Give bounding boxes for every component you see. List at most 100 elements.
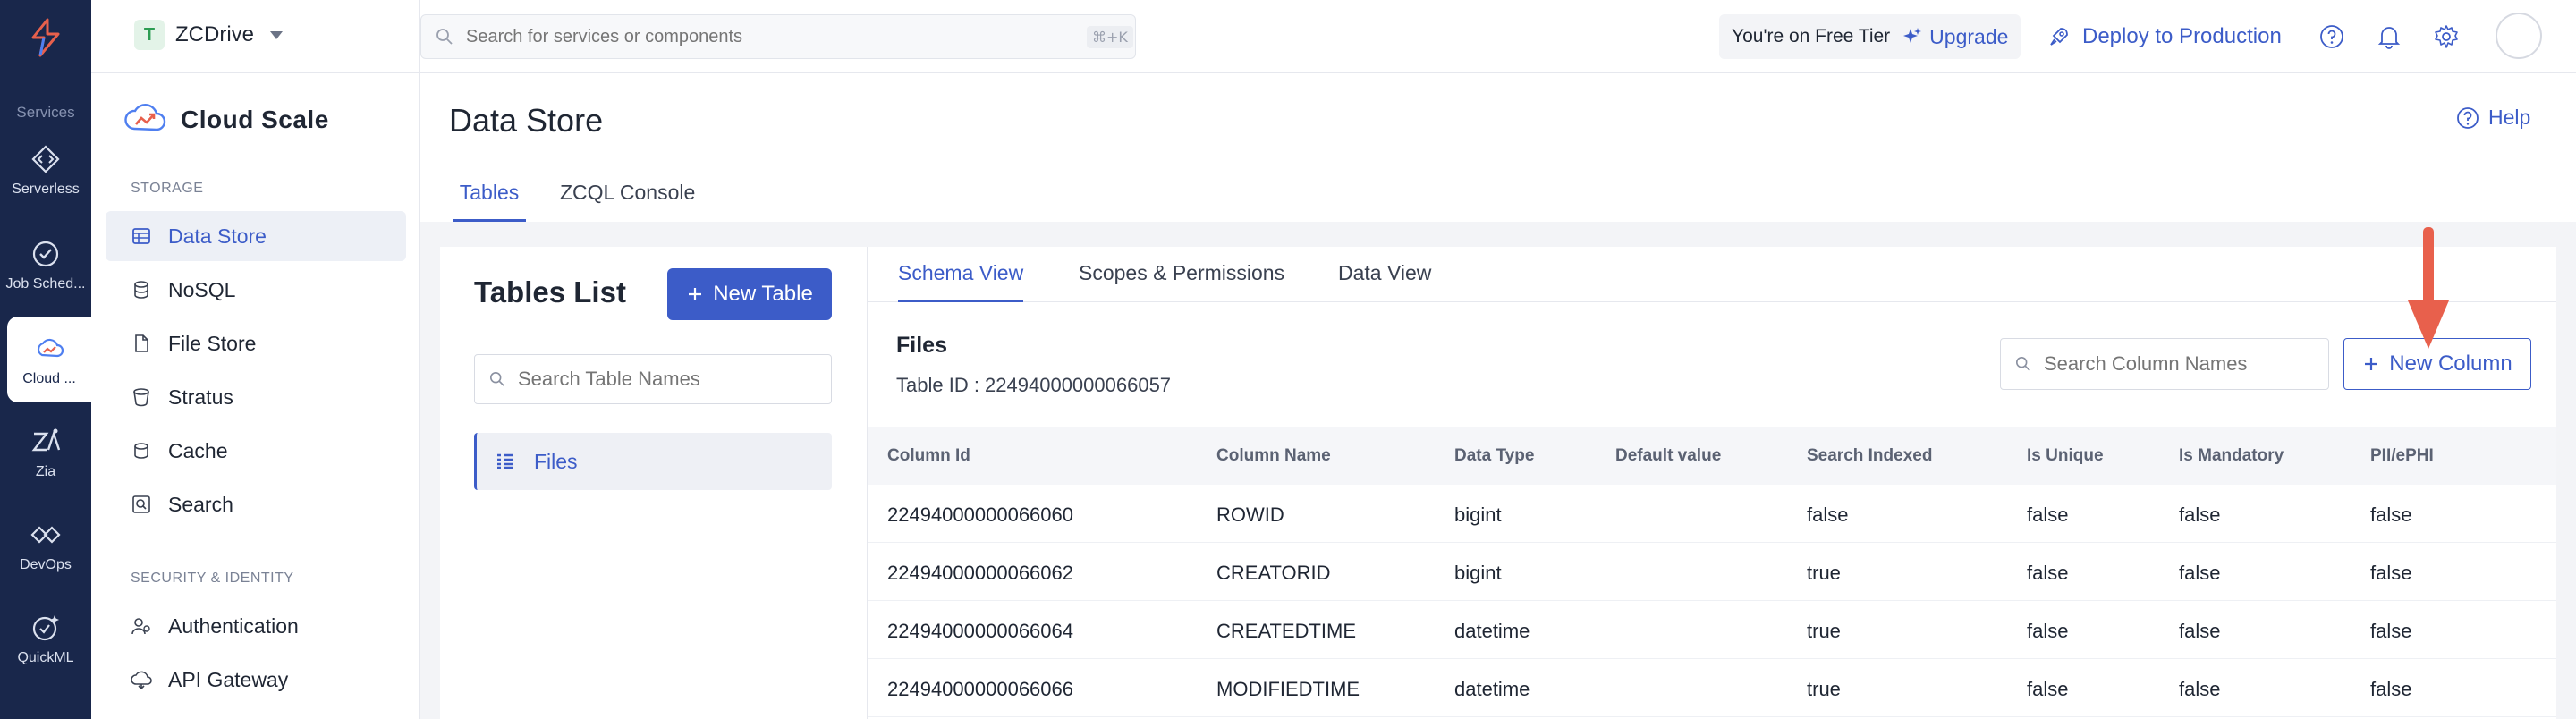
cell-column-name: CREATEDTIME [1216, 620, 1357, 642]
sidebar-service-title: Cloud Scale [123, 98, 329, 140]
cell-data-type: bigint [1454, 562, 1502, 584]
table-row[interactable]: 22494000000066064 CREATEDTIME datetime t… [868, 601, 2556, 659]
rail-item-serverless[interactable]: Serverless [0, 127, 91, 213]
cell-search-indexed: false [1807, 503, 1849, 526]
sidebar-item-stratus[interactable]: Stratus [106, 372, 406, 422]
table-list-item[interactable]: Files [474, 433, 832, 490]
service-sidebar: T ZCDrive Cloud Scale STORAGE Data Store… [91, 0, 420, 719]
cell-column-id: 22494000000066062 [887, 562, 1074, 584]
header-data-type: Data Type [1454, 446, 1535, 465]
column-search-input[interactable] [2044, 352, 2303, 376]
rail-item-job-scheduling[interactable]: Job Sched... [0, 222, 91, 308]
cell-column-id: 22494000000066060 [887, 503, 1074, 526]
cell-search-indexed: true [1807, 620, 1841, 642]
sidebar-title: Cloud Scale [181, 105, 329, 133]
bell-icon[interactable] [2376, 23, 2402, 50]
cell-column-name: CREATORID [1216, 562, 1331, 584]
sidebar-item-cache[interactable]: Cache [106, 426, 406, 476]
tab-scopes-permissions[interactable]: Scopes & Permissions [1079, 261, 1284, 302]
cell-is-mandatory: false [2179, 503, 2221, 526]
header-pii-ephi: PII/ePHI [2370, 446, 2434, 465]
cell-pii-ephi: false [2370, 620, 2412, 642]
nav-group-storage: STORAGE [131, 181, 204, 196]
table-name: Files [896, 333, 947, 358]
help-label: Help [2488, 106, 2531, 129]
cell-search-indexed: true [1807, 678, 1841, 700]
project-header: T ZCDrive [91, 0, 420, 73]
deploy-label: Deploy to Production [2082, 24, 2282, 48]
project-switcher[interactable]: T ZCDrive [134, 20, 283, 50]
devops-icon [29, 518, 63, 552]
search-box-icon [131, 494, 152, 515]
rail-item-cloud-scale[interactable]: Cloud ... [7, 317, 91, 402]
help-circle-icon [2457, 106, 2479, 129]
cell-is-unique: false [2027, 503, 2069, 526]
header-default-value: Default value [1615, 446, 1722, 465]
table-search-input[interactable] [518, 368, 804, 391]
rail-item-quickml[interactable]: QuickML [0, 596, 91, 681]
tables-list-panel: Tables List New Table Files [440, 247, 868, 719]
table-icon [131, 225, 152, 247]
rail-item-label: DevOps [20, 557, 72, 572]
sidebar-item-data-store[interactable]: Data Store [106, 211, 406, 261]
new-column-label: New Column [2389, 351, 2512, 376]
app-logo[interactable] [0, 0, 91, 75]
upgrade-link[interactable]: Upgrade [1902, 25, 2008, 49]
grid-icon [497, 453, 513, 469]
search-icon [436, 29, 453, 45]
sidebar-item-label: Stratus [168, 385, 233, 409]
sidebar-item-search[interactable]: Search [106, 479, 406, 529]
table-row[interactable]: 22494000000066062 CREATORID bigint true … [868, 543, 2556, 601]
user-avatar[interactable] [2496, 13, 2542, 59]
search-icon [2015, 356, 2030, 371]
global-search-input[interactable] [466, 26, 1074, 47]
shortcut-hint: ⌘+K [1087, 25, 1133, 48]
sidebar-item-nosql[interactable]: NoSQL [106, 265, 406, 315]
cell-search-indexed: true [1807, 562, 1841, 584]
schema-tabs: Schema View Scopes & Permissions Data Vi… [868, 247, 2556, 302]
global-search[interactable]: ⌘+K [420, 14, 1136, 59]
cloud-scale-icon [32, 332, 66, 366]
check-clock-icon [29, 237, 63, 271]
table-search[interactable] [474, 354, 832, 404]
page-header: Data Store Help Tables ZCQL Console [420, 73, 2576, 222]
rail-item-devops[interactable]: DevOps [0, 503, 91, 588]
sparkle-icon [1903, 28, 1922, 43]
cell-column-name: ROWID [1216, 503, 1284, 526]
header-is-unique: Is Unique [2027, 446, 2104, 465]
bucket-icon [131, 386, 152, 408]
tab-tables[interactable]: Tables [453, 181, 526, 222]
cell-is-mandatory: false [2179, 620, 2221, 642]
sidebar-item-label: File Store [168, 331, 257, 355]
table-row[interactable]: 22494000000066060 ROWID bigint false fal… [868, 485, 2556, 543]
table-row[interactable]: 22494000000066066 MODIFIEDTIME datetime … [868, 659, 2556, 717]
nav-group-security: SECURITY & IDENTITY [131, 571, 294, 586]
help-icon[interactable] [2318, 23, 2345, 50]
sidebar-item-label: Authentication [168, 613, 299, 638]
sidebar-item-label: NoSQL [168, 277, 236, 301]
gear-icon[interactable] [2433, 23, 2460, 50]
cell-column-id: 22494000000066066 [887, 678, 1074, 700]
rail-section-label: Services [16, 104, 75, 121]
tab-schema-view[interactable]: Schema View [898, 261, 1024, 302]
search-icon [489, 371, 504, 386]
help-link[interactable]: Help [2456, 106, 2530, 130]
cell-column-id: 22494000000066064 [887, 620, 1074, 642]
upgrade-label: Upgrade [1929, 24, 2009, 48]
cell-data-type: datetime [1454, 678, 1530, 700]
page-title: Data Store [449, 102, 604, 139]
sidebar-item-api-gateway[interactable]: API Gateway [106, 655, 406, 705]
column-search[interactable] [2000, 338, 2329, 390]
rocket-icon [2050, 28, 2068, 46]
tab-zcql-console[interactable]: ZCQL Console [560, 181, 695, 222]
cell-data-type: datetime [1454, 620, 1530, 642]
cell-is-unique: false [2027, 678, 2069, 700]
new-table-label: New Table [713, 282, 813, 306]
columns-table-header: Column Id Column Name Data Type Default … [868, 427, 2556, 485]
deploy-to-production-button[interactable]: Deploy to Production [2048, 14, 2282, 59]
sidebar-item-authentication[interactable]: Authentication [106, 601, 406, 651]
new-table-button[interactable]: New Table [667, 268, 832, 320]
sidebar-item-file-store[interactable]: File Store [106, 318, 406, 368]
tab-data-view[interactable]: Data View [1338, 261, 1431, 302]
rail-item-zia[interactable]: Zia [0, 410, 91, 495]
